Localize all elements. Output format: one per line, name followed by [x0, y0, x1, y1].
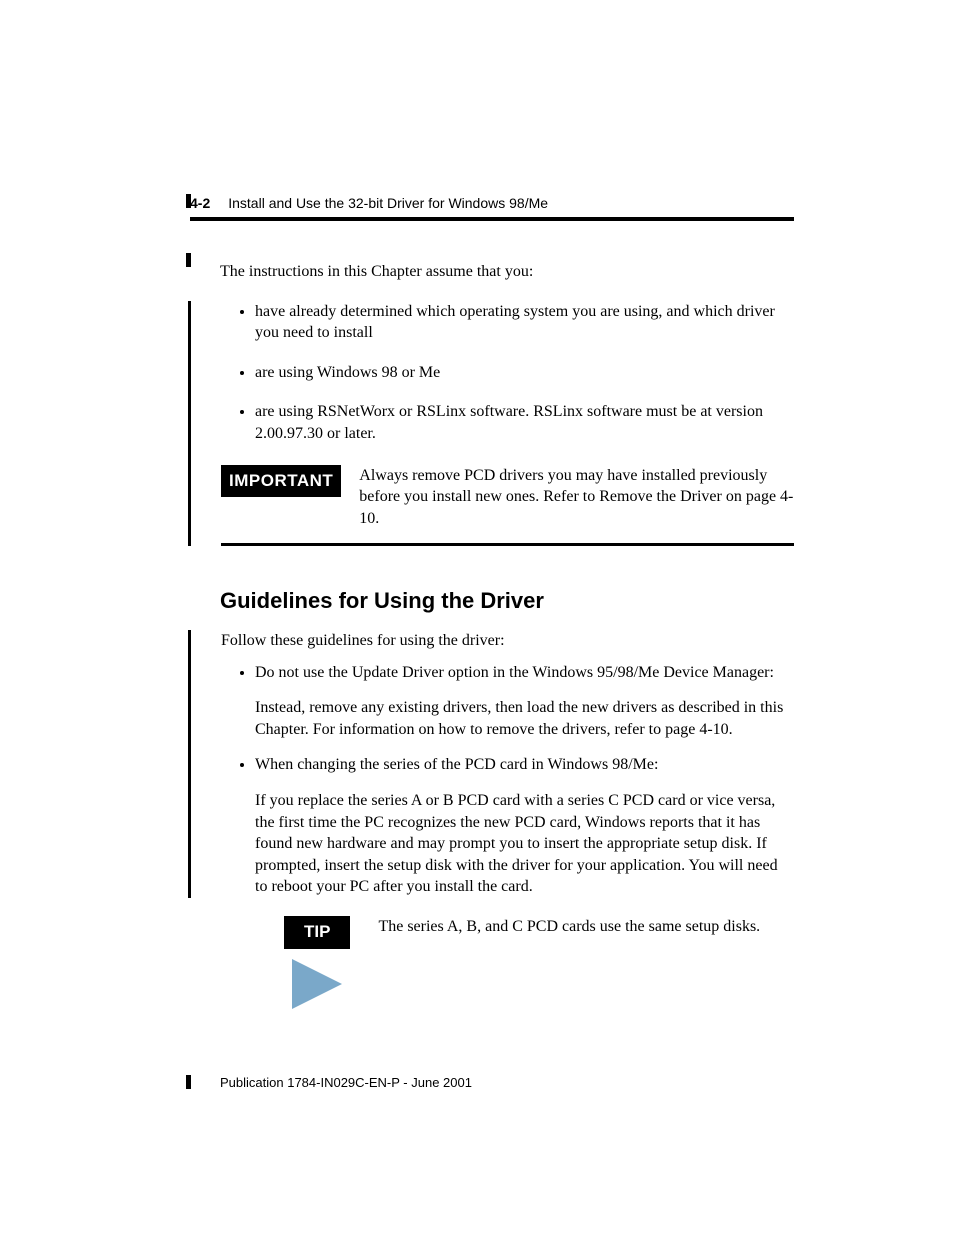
tip-callout: TIP The series A, B, and C PCD cards use…	[284, 916, 794, 1009]
assumptions-block: have already determined which operating …	[188, 301, 794, 547]
important-text: Always remove PCD drivers you may have i…	[359, 465, 794, 530]
list-item: are using RSNetWorx or RSLinx software. …	[255, 401, 794, 444]
intro-text: The instructions in this Chapter assume …	[220, 261, 794, 283]
page-header: 4-2 Install and Use the 32-bit Driver fo…	[190, 195, 794, 211]
list-item: When changing the series of the PCD card…	[255, 754, 794, 898]
tip-text: The series A, B, and C PCD cards use the…	[378, 916, 760, 1009]
section-heading: Guidelines for Using the Driver	[220, 586, 794, 616]
running-title: Install and Use the 32-bit Driver for Wi…	[228, 195, 548, 211]
guidelines-list: Do not use the Update Driver option in t…	[255, 662, 794, 898]
play-triangle-icon	[287, 949, 347, 1009]
guideline-detail: Instead, remove any existing drivers, th…	[255, 697, 784, 740]
page-number: 4-2	[190, 195, 210, 211]
guidelines-block: Follow these guidelines for using the dr…	[188, 630, 794, 898]
important-callout: IMPORTANT Always remove PCD drivers you …	[221, 465, 794, 547]
assumptions-list: have already determined which operating …	[255, 301, 794, 445]
follow-text: Follow these guidelines for using the dr…	[221, 630, 794, 652]
header-rule	[190, 217, 794, 221]
important-label: IMPORTANT	[221, 465, 341, 497]
list-item: Do not use the Update Driver option in t…	[255, 662, 794, 741]
tip-label: TIP	[284, 916, 350, 949]
list-item: have already determined which operating …	[255, 301, 794, 344]
list-item: are using Windows 98 or Me	[255, 362, 794, 384]
guideline-lead: When changing the series of the PCD card…	[255, 756, 658, 773]
guideline-lead: Do not use the Update Driver option in t…	[255, 664, 774, 681]
publication-footer: Publication 1784-IN029C-EN-P - June 2001	[220, 1075, 472, 1090]
guideline-detail: If you replace the series A or B PCD car…	[255, 790, 784, 898]
change-bar	[186, 1075, 191, 1089]
